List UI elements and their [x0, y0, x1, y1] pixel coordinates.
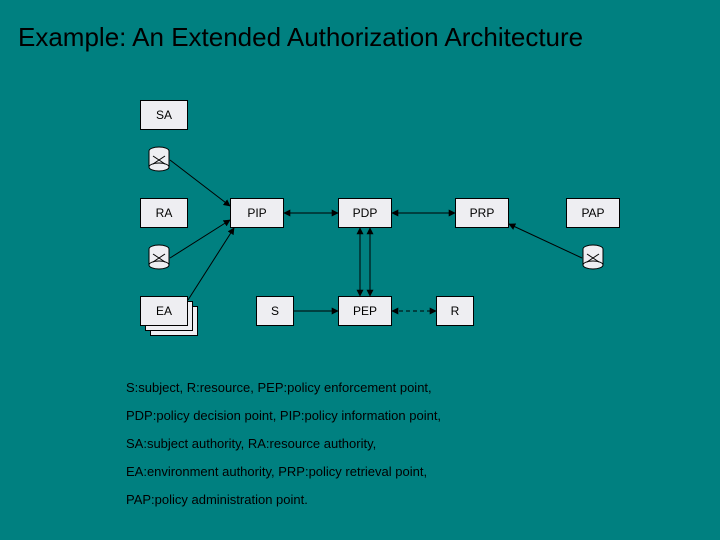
legend-line-3: EA:environment authority, PRP:policy ret… — [126, 464, 427, 479]
legend-line-4: PAP:policy administration point. — [126, 492, 308, 507]
legend-line-0: S:subject, R:resource, PEP:policy enforc… — [126, 380, 432, 395]
slide: Example: An Extended Authorization Archi… — [0, 0, 720, 540]
connectors — [0, 0, 720, 540]
legend-line-1: PDP:policy decision point, PIP:policy in… — [126, 408, 441, 423]
legend-line-2: SA:subject authority, RA:resource author… — [126, 436, 376, 451]
